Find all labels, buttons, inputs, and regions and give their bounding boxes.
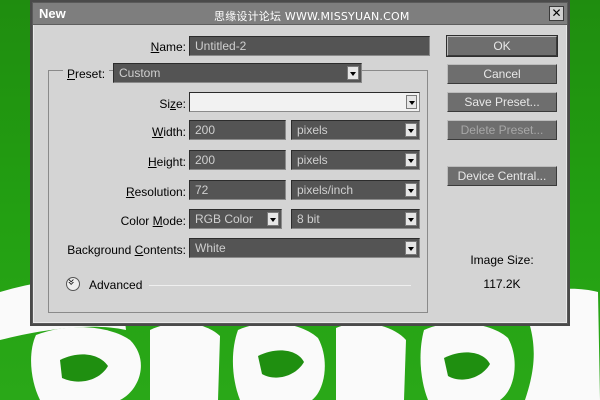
bit-depth-value: 8 bit xyxy=(297,212,320,226)
height-label-rest: eight: xyxy=(156,155,186,169)
ok-button[interactable]: OK xyxy=(447,36,557,56)
advanced-divider xyxy=(149,285,411,286)
image-size-value: 117.2K xyxy=(483,277,521,291)
color-mode-label-key: M xyxy=(152,214,163,228)
advanced-expand-icon[interactable] xyxy=(66,277,80,291)
close-icon: ✕ xyxy=(551,6,562,20)
resolution-label-key: R xyxy=(125,185,135,199)
background-contents-label-start: Background xyxy=(67,243,135,257)
preset-value: Custom xyxy=(119,66,161,80)
width-unit-value: pixels xyxy=(297,123,328,137)
dialog-title: New xyxy=(39,6,66,21)
width-label-rest: idth: xyxy=(163,125,186,139)
bit-depth-select[interactable]: 8 bit xyxy=(291,209,420,229)
size-label-rest: Si xyxy=(159,97,170,111)
size-label: Size: xyxy=(113,97,186,111)
cancel-button[interactable]: Cancel xyxy=(447,64,557,84)
height-unit-select[interactable]: pixels xyxy=(291,150,420,170)
background-contents-label-rest: ontents: xyxy=(143,243,186,257)
preset-label-key: P xyxy=(67,67,76,81)
width-unit-select[interactable]: pixels xyxy=(291,120,420,140)
background-contents-label: Background Contents: xyxy=(53,243,186,257)
resolution-unit-select[interactable]: pixels/inch xyxy=(291,180,420,200)
size-label-end: e: xyxy=(175,97,186,111)
width-input[interactable]: 200 xyxy=(189,120,286,140)
resolution-label: Resolution: xyxy=(93,185,186,199)
color-mode-value: RGB Color xyxy=(195,212,254,226)
preset-select[interactable]: Custom xyxy=(113,63,362,83)
name-label-key: N xyxy=(150,40,160,54)
color-mode-select[interactable]: RGB Color xyxy=(189,209,282,229)
chevron-down-icon xyxy=(267,212,279,226)
background-contents-select[interactable]: White xyxy=(189,238,420,258)
delete-preset-button[interactable]: Delete Preset... xyxy=(447,120,557,140)
preset-label-rest: reset: xyxy=(75,67,106,81)
color-mode-label-start: Color xyxy=(120,214,153,228)
name-label: Name: xyxy=(121,40,186,54)
chevron-down-icon xyxy=(405,212,417,226)
chevron-down-icon xyxy=(405,123,417,137)
height-input[interactable]: 200 xyxy=(189,150,286,170)
height-unit-value: pixels xyxy=(297,153,328,167)
image-size-label: Image Size: xyxy=(470,253,534,267)
width-label: Width: xyxy=(113,125,186,139)
title-bar[interactable]: New 思缘设计论坛 WWW.MISSYUAN.COM ✕ xyxy=(33,3,567,25)
chevron-down-icon xyxy=(405,241,417,255)
new-document-dialog: New 思缘设计论坛 WWW.MISSYUAN.COM ✕ Name: Unti… xyxy=(32,2,568,324)
advanced-label: Advanced xyxy=(89,278,143,292)
color-mode-label: Color Mode: xyxy=(93,214,186,228)
save-preset-button[interactable]: Save Preset... xyxy=(447,92,557,112)
size-select[interactable] xyxy=(189,92,420,112)
chevron-down-icon xyxy=(406,95,417,109)
height-label: Height: xyxy=(113,155,186,169)
preset-label: Preset: xyxy=(63,67,109,81)
resolution-unit-value: pixels/inch xyxy=(297,183,354,197)
chevron-down-icon xyxy=(347,66,359,80)
color-mode-label-rest: ode: xyxy=(162,214,186,228)
watermark-text: 思缘设计论坛 WWW.MISSYUAN.COM xyxy=(214,10,410,23)
chevron-down-icon xyxy=(405,153,417,167)
chevron-down-icon xyxy=(405,183,417,197)
name-label-rest: ame: xyxy=(159,40,186,54)
resolution-label-rest: esolution: xyxy=(134,185,186,199)
width-label-key: W xyxy=(151,125,164,139)
device-central-button[interactable]: Device Central... xyxy=(447,166,557,186)
name-input[interactable]: Untitled-2 xyxy=(189,36,430,56)
background-contents-value: White xyxy=(195,241,226,255)
background-contents-label-key: C xyxy=(134,243,144,257)
close-button[interactable]: ✕ xyxy=(549,6,564,21)
resolution-input[interactable]: 72 xyxy=(189,180,286,200)
height-label-key: H xyxy=(147,155,157,169)
